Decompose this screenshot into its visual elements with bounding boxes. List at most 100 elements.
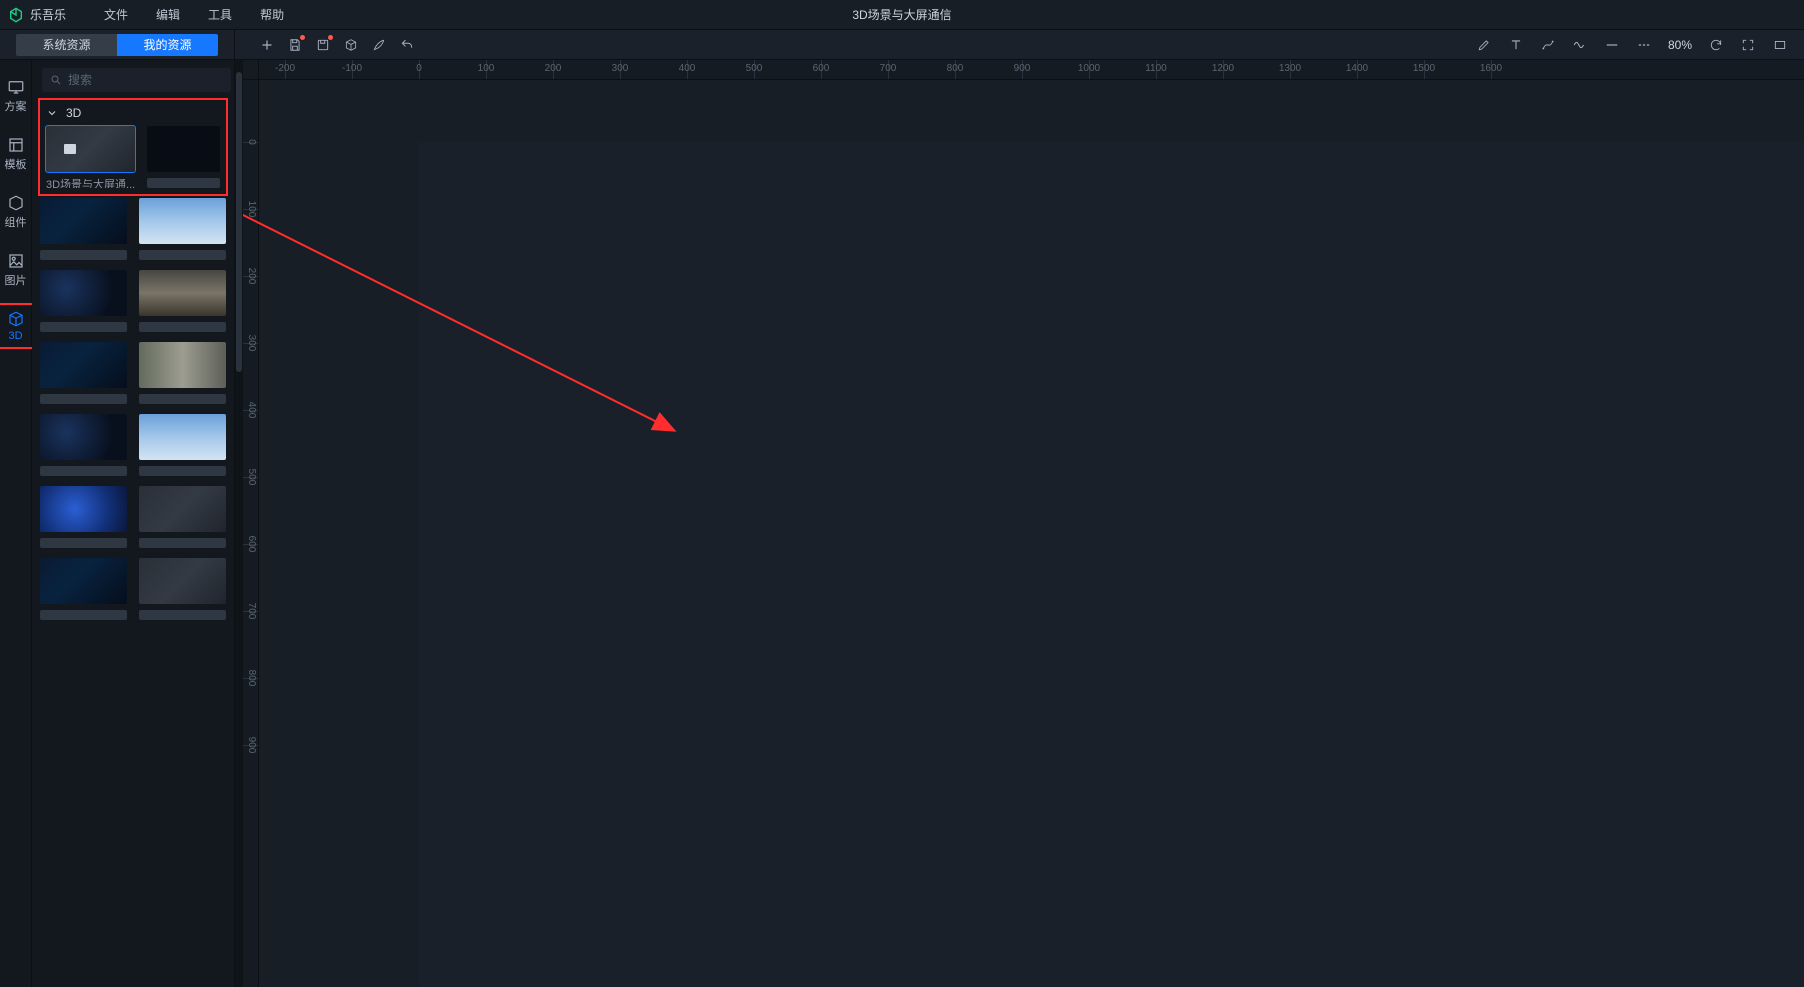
tab-system-resources[interactable]: 系统资源 bbox=[16, 34, 117, 56]
asset-item[interactable] bbox=[139, 270, 226, 332]
sidenav-image[interactable]: 图片 bbox=[0, 248, 32, 292]
chevron-down-icon bbox=[46, 107, 58, 119]
refresh-button[interactable] bbox=[1702, 31, 1730, 59]
search-box[interactable] bbox=[42, 68, 231, 92]
cube-tool-button[interactable] bbox=[337, 31, 365, 59]
asset-thumb bbox=[46, 126, 135, 172]
page-rect bbox=[419, 142, 1804, 987]
save-button[interactable] bbox=[281, 31, 309, 59]
tab-my-resources[interactable]: 我的资源 bbox=[117, 34, 218, 56]
search-icon bbox=[50, 74, 62, 86]
asset-label bbox=[139, 466, 226, 476]
asset-thumb bbox=[139, 486, 226, 532]
asset-item[interactable] bbox=[40, 486, 127, 548]
asset-thumb bbox=[40, 198, 127, 244]
second-bar: 系统资源 我的资源 bbox=[0, 30, 1804, 60]
sidenav-label: 图片 bbox=[5, 272, 27, 288]
main: 方案 模板 组件 图片 3D bbox=[0, 60, 1804, 987]
fit-screen-button[interactable] bbox=[1734, 31, 1762, 59]
asset-label bbox=[139, 610, 226, 620]
curve-tool-button[interactable] bbox=[1534, 31, 1562, 59]
asset-thumb bbox=[40, 414, 127, 460]
asset-thumb bbox=[40, 342, 127, 388]
asset-scrollbar[interactable] bbox=[235, 60, 243, 987]
asset-item[interactable] bbox=[139, 558, 226, 620]
asset-item[interactable] bbox=[40, 270, 127, 332]
asset-grid bbox=[32, 196, 234, 634]
asset-label bbox=[139, 250, 226, 260]
sidenav-scheme[interactable]: 方案 bbox=[0, 74, 32, 118]
asset-group-header[interactable]: 3D bbox=[40, 100, 226, 126]
asset-label bbox=[40, 394, 127, 404]
sidenav-label: 方案 bbox=[5, 98, 27, 114]
wave-tool-button[interactable] bbox=[1566, 31, 1594, 59]
asset-label bbox=[40, 610, 127, 620]
asset-label: 3D场景与大屏通... bbox=[46, 176, 135, 188]
asset-thumb bbox=[147, 126, 220, 172]
sidenav-3d[interactable]: 3D bbox=[0, 306, 32, 346]
asset-label bbox=[147, 178, 220, 188]
asset-thumb bbox=[40, 558, 127, 604]
asset-item[interactable] bbox=[40, 198, 127, 260]
undo-button[interactable] bbox=[393, 31, 421, 59]
save-as-button[interactable] bbox=[309, 31, 337, 59]
asset-group-highlight: 3D 3D场景与大屏通... bbox=[38, 98, 228, 196]
asset-group-name: 3D bbox=[66, 106, 81, 120]
menu-tools[interactable]: 工具 bbox=[194, 0, 246, 30]
asset-item[interactable] bbox=[139, 414, 226, 476]
app-logo: 乐吾乐 bbox=[8, 6, 66, 23]
menu-help[interactable]: 帮助 bbox=[246, 0, 298, 30]
pen-tool-button[interactable] bbox=[1470, 31, 1498, 59]
logo-icon bbox=[8, 7, 24, 23]
sidenav-label: 模板 bbox=[5, 156, 27, 172]
asset-item[interactable] bbox=[139, 198, 226, 260]
asset-panel: 3D 3D场景与大屏通... bbox=[32, 60, 235, 987]
unsaved-dot-icon bbox=[328, 35, 333, 40]
asset-thumb bbox=[40, 486, 127, 532]
new-button[interactable] bbox=[253, 31, 281, 59]
sidenav-label: 组件 bbox=[5, 214, 27, 230]
solid-line-button[interactable] bbox=[1598, 31, 1626, 59]
brush-tool-button[interactable] bbox=[365, 31, 393, 59]
asset-item[interactable] bbox=[40, 414, 127, 476]
asset-label bbox=[40, 322, 127, 332]
text-tool-button[interactable] bbox=[1502, 31, 1530, 59]
sidenav-template[interactable]: 模板 bbox=[0, 132, 32, 176]
asset-thumb bbox=[139, 414, 226, 460]
dashed-line-button[interactable] bbox=[1630, 31, 1658, 59]
sidenav-component[interactable]: 组件 bbox=[0, 190, 32, 234]
asset-label bbox=[40, 538, 127, 548]
scrollbar-thumb[interactable] bbox=[236, 72, 242, 372]
ruler-horizontal: -200-10001002003004005006007008009001000… bbox=[243, 60, 1804, 80]
rectangle-tool-button[interactable] bbox=[1766, 31, 1794, 59]
asset-label bbox=[40, 466, 127, 476]
asset-item[interactable] bbox=[139, 486, 226, 548]
cube-icon bbox=[64, 144, 76, 154]
app-name: 乐吾乐 bbox=[30, 6, 66, 23]
asset-item[interactable] bbox=[40, 558, 127, 620]
menu-edit[interactable]: 编辑 bbox=[142, 0, 194, 30]
zoom-level: 80% bbox=[1668, 38, 1692, 52]
canvas[interactable] bbox=[259, 80, 1804, 987]
sidenav-label: 3D bbox=[8, 330, 22, 342]
menu-file[interactable]: 文件 bbox=[90, 0, 142, 30]
asset-item[interactable] bbox=[40, 342, 127, 404]
asset-thumb bbox=[139, 342, 226, 388]
menubar: 乐吾乐 文件 编辑 工具 帮助 3D场景与大屏通信 bbox=[0, 0, 1804, 30]
toolbar: 80% bbox=[235, 30, 1804, 59]
asset-item-featured[interactable]: 3D场景与大屏通... bbox=[46, 126, 135, 188]
unsaved-dot-icon bbox=[300, 35, 305, 40]
asset-item[interactable] bbox=[147, 126, 220, 188]
ruler-vertical: 0100200300400500600700800900 bbox=[243, 80, 259, 987]
sidenav: 方案 模板 组件 图片 3D bbox=[0, 60, 32, 987]
asset-item[interactable] bbox=[139, 342, 226, 404]
asset-thumb bbox=[139, 198, 226, 244]
search-row bbox=[32, 60, 234, 98]
asset-label bbox=[139, 538, 226, 548]
asset-label bbox=[139, 322, 226, 332]
search-input[interactable] bbox=[68, 73, 223, 87]
asset-thumb bbox=[40, 270, 127, 316]
asset-label bbox=[139, 394, 226, 404]
asset-thumb bbox=[139, 270, 226, 316]
resource-tabs: 系统资源 我的资源 bbox=[0, 30, 235, 59]
